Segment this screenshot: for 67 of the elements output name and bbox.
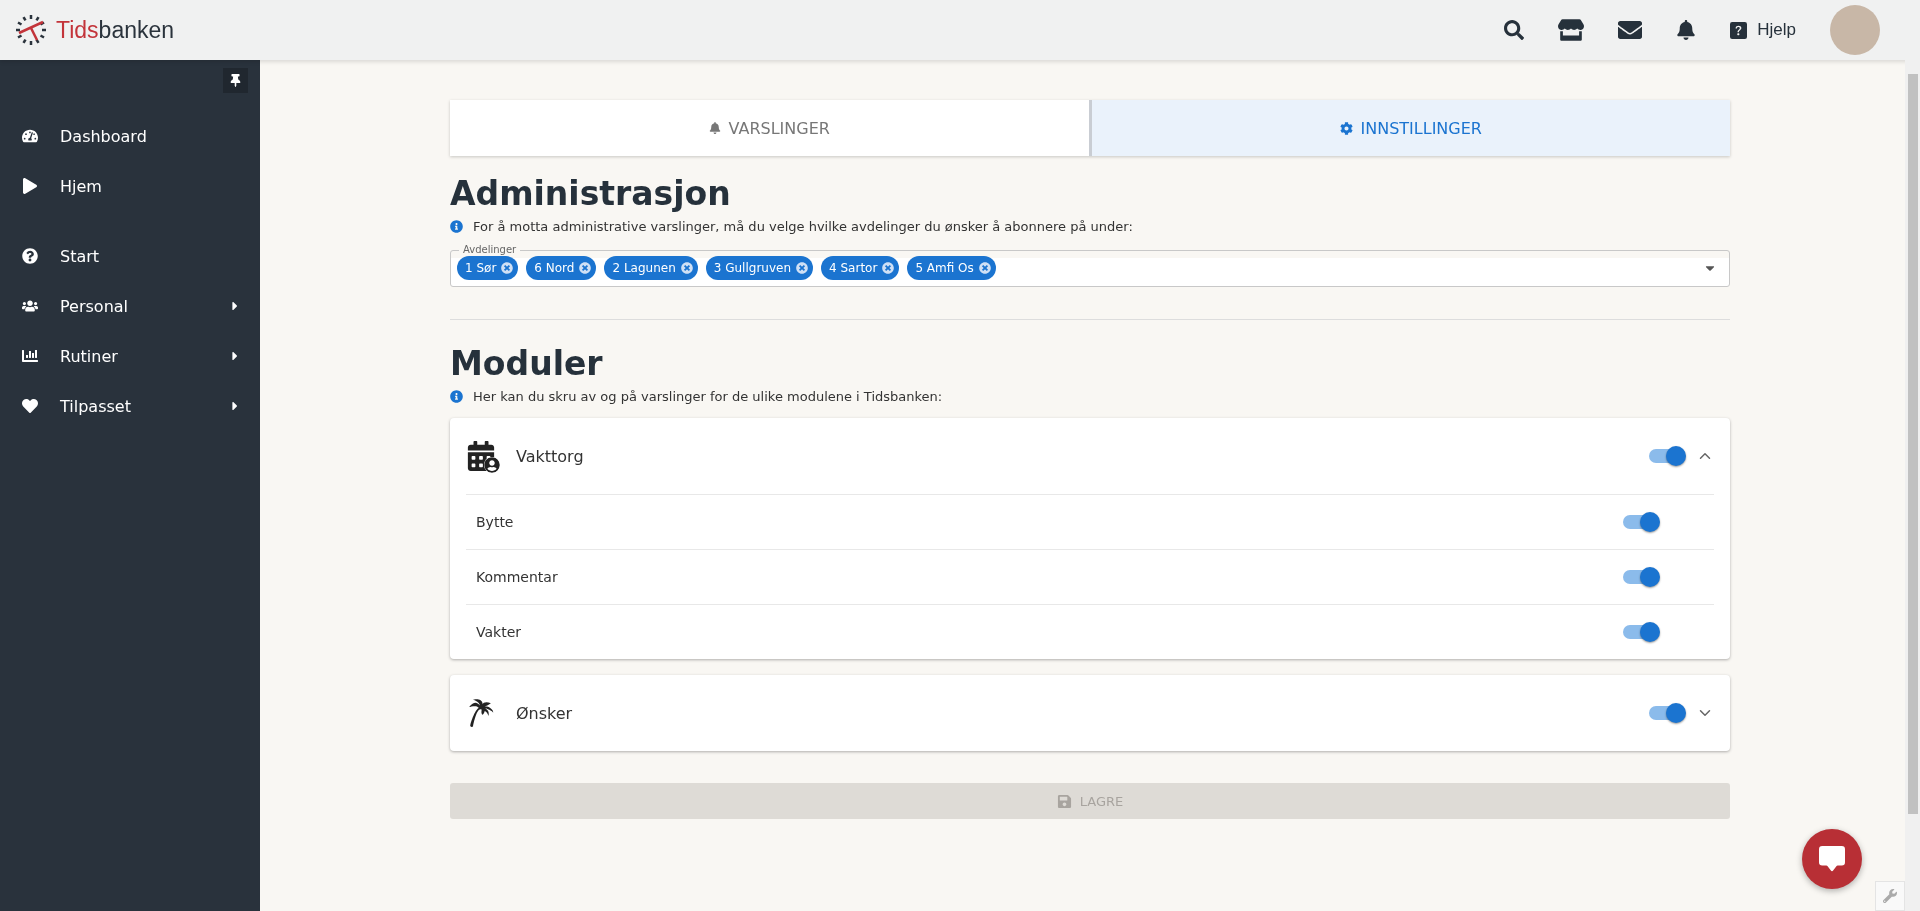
toggle-switch[interactable] (1622, 511, 1660, 533)
module-name: Vakttorg (516, 446, 584, 466)
setting-label: Kommentar (476, 569, 558, 585)
remove-icon[interactable] (680, 262, 693, 274)
help-label: Hjelp (1757, 20, 1796, 40)
pin-icon (229, 74, 242, 87)
sidebar-item[interactable]: Tilpasset (0, 381, 260, 431)
nav-icon (20, 398, 40, 414)
department-chip[interactable]: 1 Sør (457, 256, 519, 280)
nav-icon (20, 248, 40, 264)
store-icon[interactable] (1558, 17, 1585, 43)
toggle-switch[interactable] (1648, 702, 1686, 724)
remove-icon[interactable] (882, 262, 895, 274)
scrollbar[interactable] (1905, 60, 1920, 911)
setting-label: Bytte (476, 514, 514, 530)
setting-label: Vakter (476, 624, 522, 640)
logo-icon (14, 13, 48, 47)
chat-icon (1819, 846, 1845, 872)
sidebar-item[interactable]: Personal (0, 281, 260, 331)
nav-label: Personal (60, 296, 128, 316)
logo-wordmark: Tidsbanken (56, 16, 175, 44)
toggle-switch[interactable] (1648, 445, 1686, 467)
nav-label: Rutiner (60, 346, 118, 366)
department-chip[interactable]: 5 Amfi Os (907, 256, 996, 280)
tab[interactable]: INNSTILLINGER (1088, 100, 1730, 156)
nav-icon (20, 178, 40, 194)
department-chip[interactable]: 6 Nord (526, 256, 597, 280)
info-text: Her kan du skru av og på varslinger for de ulike modulene i Tidsbanken: (473, 389, 943, 404)
toggle-switch[interactable] (1622, 566, 1660, 588)
info-text: For å motta administrative varslinger, må du velge hvilke avdelinger du ønsker å abonnere på under: (473, 219, 1133, 234)
nav-label: Dashboard (60, 126, 147, 146)
nav-label: Start (60, 246, 100, 266)
department-chip[interactable]: 4 Sartor (821, 256, 900, 280)
department-chip[interactable]: 3 Gullgruven (705, 256, 814, 280)
question-icon (1730, 21, 1748, 39)
tab[interactable]: VARSLINGER (450, 100, 1089, 156)
section-title: Administrasjon (450, 174, 732, 213)
remove-icon[interactable] (579, 262, 592, 274)
wrench-icon (1883, 889, 1897, 903)
gear-icon (1339, 121, 1353, 135)
remove-icon[interactable] (501, 262, 514, 274)
nav-label: Hjem (60, 176, 102, 196)
sidebar-item[interactable]: Rutiner (0, 331, 260, 381)
envelope-icon[interactable] (1618, 18, 1643, 42)
remove-icon[interactable] (978, 262, 991, 274)
toggle-switch[interactable] (1622, 621, 1660, 643)
sidebar-item[interactable]: Hjem (0, 161, 260, 211)
department-chip[interactable]: 2 Lagunen (604, 256, 698, 280)
nav-icon (20, 348, 40, 364)
nav-icon (20, 298, 40, 314)
help-link[interactable]: Hjelp (1730, 20, 1796, 40)
module-name: Ønsker (516, 703, 573, 723)
nav-icon (20, 128, 40, 144)
bell-icon[interactable] (1676, 20, 1697, 40)
search-icon[interactable] (1504, 20, 1525, 40)
bell-icon (708, 122, 721, 134)
field-label: Avdelinger (462, 244, 518, 256)
remove-icon[interactable] (796, 262, 809, 274)
sidebar-item[interactable]: Dashboard (0, 111, 260, 161)
info-icon (450, 220, 463, 233)
sidebar-item[interactable]: Start (0, 231, 260, 281)
pin-button[interactable] (223, 68, 248, 93)
save-icon (1056, 793, 1072, 809)
nav-label: Tilpasset (60, 396, 131, 416)
section-title: Moduler (450, 344, 604, 383)
info-icon (450, 390, 463, 403)
chat-button[interactable] (1802, 829, 1862, 889)
